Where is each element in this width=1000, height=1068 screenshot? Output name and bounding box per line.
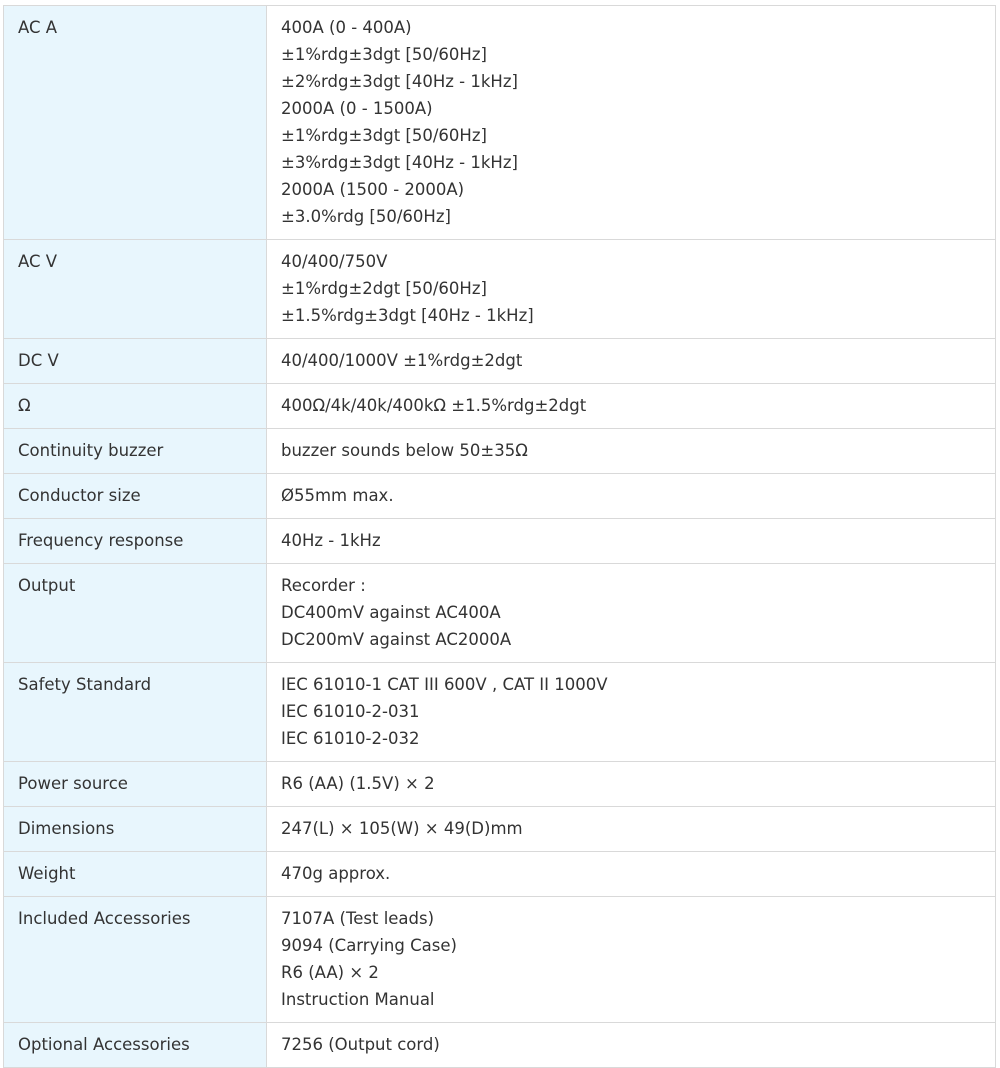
spec-row: Continuity buzzer buzzer sounds below 50±… (3, 428, 996, 474)
spec-label: Power source (3, 761, 267, 807)
spec-label: AC A (3, 5, 267, 240)
spec-row: AC V 40/400/750V ±1%rdg±2dgt [50/60Hz] ±1.5… (3, 239, 996, 339)
spec-value: 470g approx. (266, 851, 996, 897)
spec-value-line: 9094 (Carrying Case) (281, 936, 457, 955)
spec-value-line: 400Ω/4k/40k/400kΩ ±1.5%rdg±2dgt (281, 396, 587, 415)
spec-value: 247(L) × 105(W) × 49(D)mm (266, 806, 996, 852)
spec-row: Frequency response 40Hz - 1kHz (3, 518, 996, 564)
spec-row: Conductor size Ø55mm max. (3, 473, 996, 519)
spec-row: Weight 470g approx. (3, 851, 996, 897)
spec-value: buzzer sounds below 50±35Ω (266, 428, 996, 474)
spec-label: AC V (3, 239, 267, 339)
spec-value-line: IEC 61010-1 CAT III 600V , CAT II 1000V (281, 675, 608, 694)
spec-value-line: ±2%rdg±3dgt [40Hz - 1kHz] (281, 72, 518, 91)
spec-value-line: Recorder : (281, 576, 366, 595)
spec-value-line: 2000A (0 - 1500A) (281, 99, 433, 118)
spec-value-line: ±1%rdg±3dgt [50/60Hz] (281, 45, 487, 64)
spec-label: Conductor size (3, 473, 267, 519)
spec-value-line: R6 (AA) (1.5V) × 2 (281, 774, 435, 793)
spec-row: DC V 40/400/1000V ±1%rdg±2dgt (3, 338, 996, 384)
spec-value-line: Instruction Manual (281, 990, 435, 1009)
spec-value-line: ±3%rdg±3dgt [40Hz - 1kHz] (281, 153, 518, 172)
spec-row: Safety Standard IEC 61010-1 CAT III 600V … (3, 662, 996, 762)
specifications-table: AC A 400A (0 - 400A) ±1%rdg±3dgt [50/60Hz]… (3, 5, 996, 1068)
spec-row: Power source R6 (AA) (1.5V) × 2 (3, 761, 996, 807)
spec-label: Weight (3, 851, 267, 897)
spec-label: Safety Standard (3, 662, 267, 762)
spec-value-line: 400A (0 - 400A) (281, 18, 412, 37)
spec-label: Frequency response (3, 518, 267, 564)
spec-label: Dimensions (3, 806, 267, 852)
spec-value-line: 247(L) × 105(W) × 49(D)mm (281, 819, 523, 838)
spec-row: Optional Accessories 7256 (Output cord) (3, 1022, 996, 1068)
spec-value-line: 40/400/1000V ±1%rdg±2dgt (281, 351, 523, 370)
spec-value-line: IEC 61010-2-032 (281, 729, 420, 748)
spec-value-line: 2000A (1500 - 2000A) (281, 180, 465, 199)
spec-value-line: IEC 61010-2-031 (281, 702, 420, 721)
spec-value: Recorder : DC400mV against AC400A DC200mV … (266, 563, 996, 663)
spec-value-line: DC200mV against AC2000A (281, 630, 512, 649)
spec-value-line: 40Hz - 1kHz (281, 531, 381, 550)
spec-label: Included Accessories (3, 896, 267, 1023)
spec-row: Ω 400Ω/4k/40k/400kΩ ±1.5%rdg±2dgt (3, 383, 996, 429)
spec-value-line: Ø55mm max. (281, 486, 394, 505)
spec-value: R6 (AA) (1.5V) × 2 (266, 761, 996, 807)
spec-value: 40/400/750V ±1%rdg±2dgt [50/60Hz] ±1.5%rdg… (266, 239, 996, 339)
spec-value: Ø55mm max. (266, 473, 996, 519)
specifications-table-body: AC A 400A (0 - 400A) ±1%rdg±3dgt [50/60Hz]… (3, 5, 996, 1068)
spec-value-line: ±1.5%rdg±3dgt [40Hz - 1kHz] (281, 306, 534, 325)
spec-value: IEC 61010-1 CAT III 600V , CAT II 1000V I… (266, 662, 996, 762)
spec-value-line: ±1%rdg±2dgt [50/60Hz] (281, 279, 487, 298)
spec-row: Included Accessories 7107A (Test leads) 90… (3, 896, 996, 1023)
spec-value-line: 470g approx. (281, 864, 391, 883)
spec-value-line: buzzer sounds below 50±35Ω (281, 441, 528, 460)
spec-value-line: R6 (AA) × 2 (281, 963, 379, 982)
spec-value-line: 40/400/750V (281, 252, 388, 271)
spec-row: Dimensions 247(L) × 105(W) × 49(D)mm (3, 806, 996, 852)
spec-label: Optional Accessories (3, 1022, 267, 1068)
spec-label: Output (3, 563, 267, 663)
spec-value-line: ±3.0%rdg [50/60Hz] (281, 207, 451, 226)
spec-value: 40Hz - 1kHz (266, 518, 996, 564)
spec-label: DC V (3, 338, 267, 384)
spec-value: 400Ω/4k/40k/400kΩ ±1.5%rdg±2dgt (266, 383, 996, 429)
spec-value-line: 7256 (Output cord) (281, 1035, 440, 1054)
spec-label: Ω (3, 383, 267, 429)
spec-value-line: 7107A (Test leads) (281, 909, 435, 928)
spec-row: AC A 400A (0 - 400A) ±1%rdg±3dgt [50/60Hz]… (3, 5, 996, 240)
spec-row: Output Recorder : DC400mV against AC400A DC… (3, 563, 996, 663)
spec-value: 400A (0 - 400A) ±1%rdg±3dgt [50/60Hz] ±2%r… (266, 5, 996, 240)
spec-value: 40/400/1000V ±1%rdg±2dgt (266, 338, 996, 384)
spec-value: 7107A (Test leads) 9094 (Carrying Case) R6… (266, 896, 996, 1023)
spec-label: Continuity buzzer (3, 428, 267, 474)
spec-value-line: ±1%rdg±3dgt [50/60Hz] (281, 126, 487, 145)
spec-value-line: DC400mV against AC400A (281, 603, 501, 622)
spec-value: 7256 (Output cord) (266, 1022, 996, 1068)
